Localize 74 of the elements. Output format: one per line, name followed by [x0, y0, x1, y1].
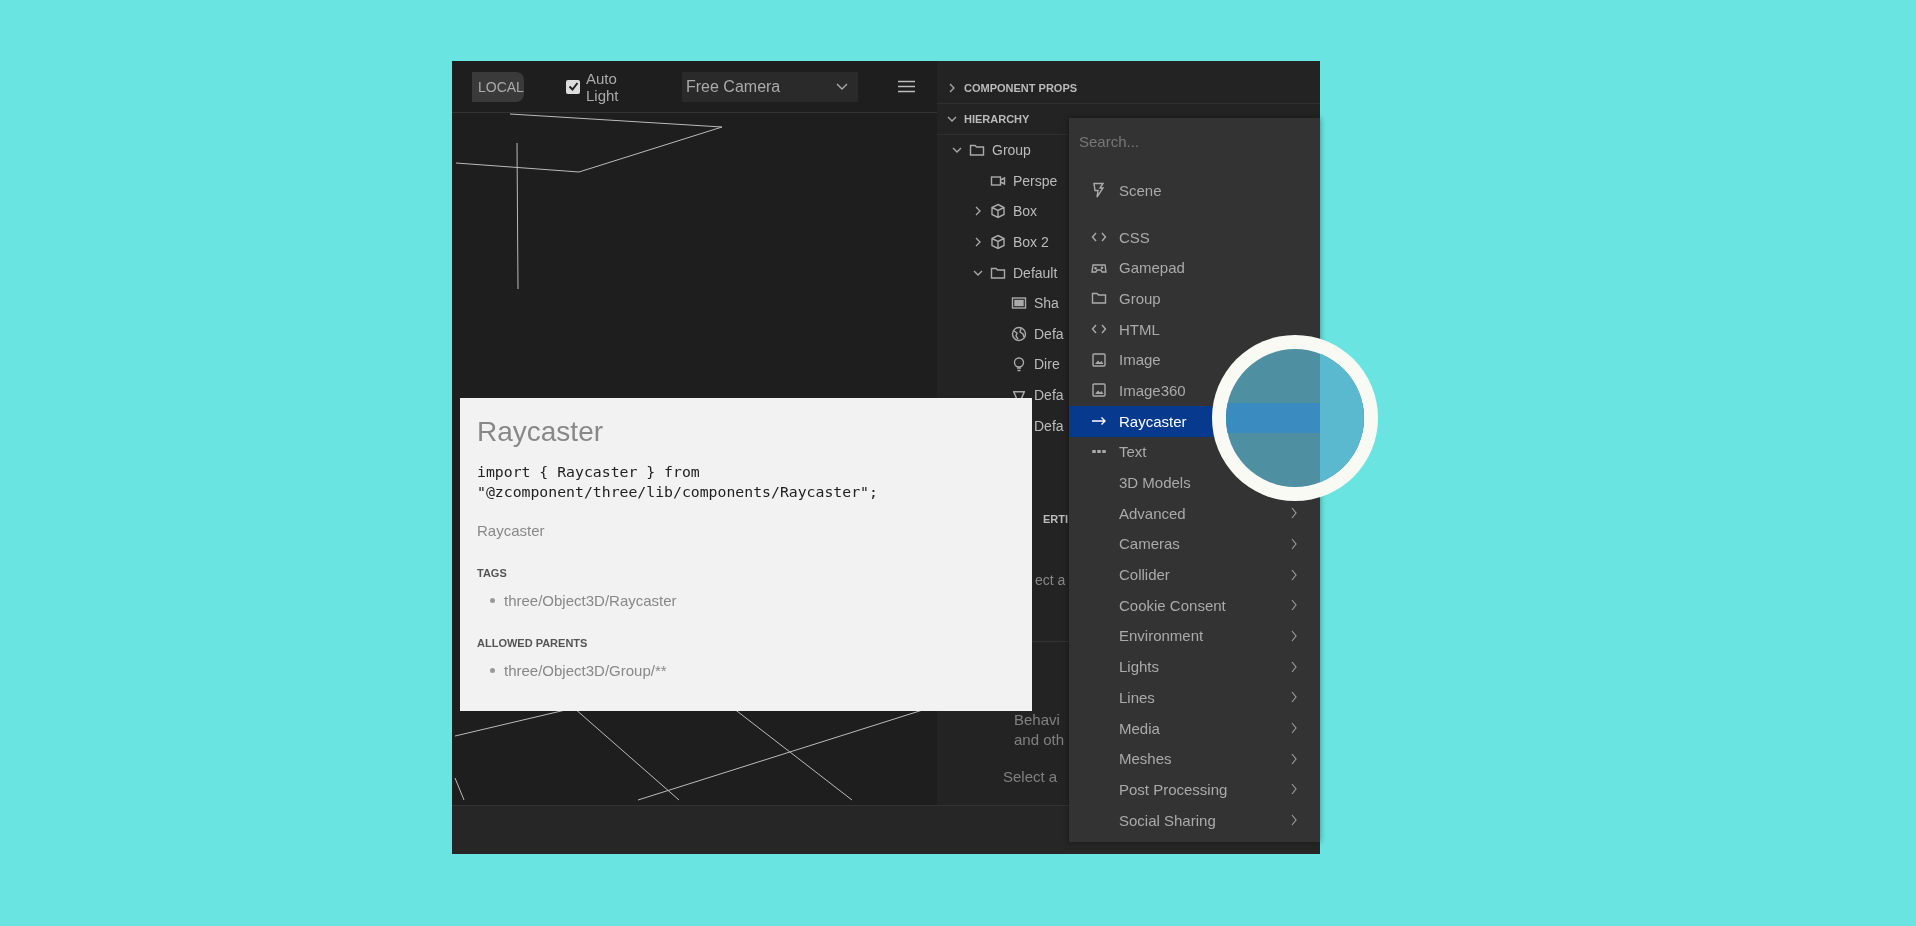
image-icon [1091, 382, 1107, 399]
chevron-icon [1290, 722, 1298, 735]
hint-text: ect a [1035, 571, 1066, 588]
chevron-icon[interactable] [973, 206, 983, 217]
light-bulb-icon [1011, 356, 1027, 373]
menu-item[interactable]: Scene [1069, 175, 1320, 206]
tree-item[interactable]: Dire [1034, 356, 1060, 373]
tree-item[interactable]: Defa [1034, 325, 1064, 342]
menu-item[interactable]: Cameras [1069, 528, 1320, 560]
menu-item[interactable]: Environment [1069, 620, 1320, 652]
menu-icon[interactable] [898, 80, 915, 93]
lightning-icon [1091, 182, 1107, 199]
menu-item[interactable]: Post Processing [1069, 774, 1320, 805]
auto-light-label: Auto Light [586, 69, 620, 104]
chevron-icon[interactable] [947, 114, 957, 124]
section-heading: TAGS [477, 567, 508, 579]
local-button[interactable]: LOCAL [472, 71, 524, 102]
tree-item[interactable]: Defa [1034, 417, 1064, 434]
menu-item[interactable]: Cookie Consent [1069, 589, 1320, 621]
menu-item[interactable]: CSS [1069, 221, 1320, 253]
description-text: Raycaster [477, 522, 546, 539]
chevron-icon[interactable] [947, 83, 957, 93]
tree-item[interactable]: Box 2 [1013, 234, 1049, 251]
folder-icon [1091, 290, 1107, 307]
menu-item[interactable]: Lights [1069, 651, 1320, 682]
menu-item[interactable]: Advanced [1069, 497, 1320, 529]
chevron-down-icon [836, 82, 848, 91]
chevron-icon[interactable] [973, 237, 983, 248]
list-item: three/Object3D/Group/** [504, 662, 667, 679]
chevron-icon [1290, 691, 1298, 704]
cube-icon [990, 203, 1006, 220]
cube-icon [990, 234, 1006, 251]
menu-item[interactable]: Meshes [1069, 743, 1320, 775]
menu-item[interactable]: Media [1069, 712, 1320, 744]
chevron-icon [1290, 783, 1298, 796]
popup-title: Raycaster [477, 416, 605, 448]
menu-item[interactable]: Lines [1069, 682, 1320, 713]
bullet-icon [490, 668, 495, 673]
tree-item[interactable]: Box [1013, 203, 1038, 220]
menu-item[interactable]: Social Sharing [1069, 804, 1320, 836]
chevron-icon [1290, 629, 1298, 642]
chevron-icon [1290, 599, 1298, 612]
menu-item[interactable]: HTML [1069, 313, 1320, 345]
image-icon [1091, 351, 1107, 368]
section-header[interactable]: HIERARCHY [964, 113, 1030, 125]
import-code: import { Raycaster } from "@zcomponent/three/lib/components/Raycaster"; [477, 462, 879, 502]
tree-item[interactable]: Sha [1034, 295, 1059, 312]
spotlight-icon [1013, 390, 1025, 400]
tree-item[interactable]: Default [1013, 264, 1058, 281]
chevron-icon [1290, 814, 1298, 827]
bullet-icon [490, 598, 495, 603]
chevron-icon [1290, 537, 1298, 550]
section-heading: ALLOWED PARENTS [477, 637, 589, 649]
auto-light-checkbox[interactable] [566, 79, 580, 94]
tree-item[interactable]: Perspe [1013, 172, 1058, 189]
text-icon [1092, 450, 1106, 454]
chevron-icon [1290, 752, 1298, 765]
menu-item[interactable]: Group [1069, 283, 1320, 314]
chevron-icon [1290, 660, 1298, 673]
tree-item[interactable]: Defa [1034, 387, 1064, 404]
tree-item[interactable]: Group [992, 142, 1031, 159]
globe-icon [1011, 325, 1027, 342]
menu-item[interactable]: Gamepad [1069, 252, 1320, 284]
hint-text: Behavi and oth [1014, 709, 1065, 750]
menu-item[interactable]: Collider [1069, 559, 1320, 590]
hint-text: Select a [1003, 767, 1059, 785]
search-field[interactable]: Search... [1077, 132, 1311, 151]
list-item: three/Object3D/Raycaster [504, 592, 677, 609]
folder-icon [969, 142, 985, 159]
chevron-icon [1290, 568, 1298, 581]
camera-select[interactable]: Free Camera [682, 71, 858, 102]
section-header[interactable]: COMPONENT PROPS [964, 82, 1078, 94]
chevron-icon [1290, 507, 1298, 520]
screen-icon [1011, 295, 1027, 312]
